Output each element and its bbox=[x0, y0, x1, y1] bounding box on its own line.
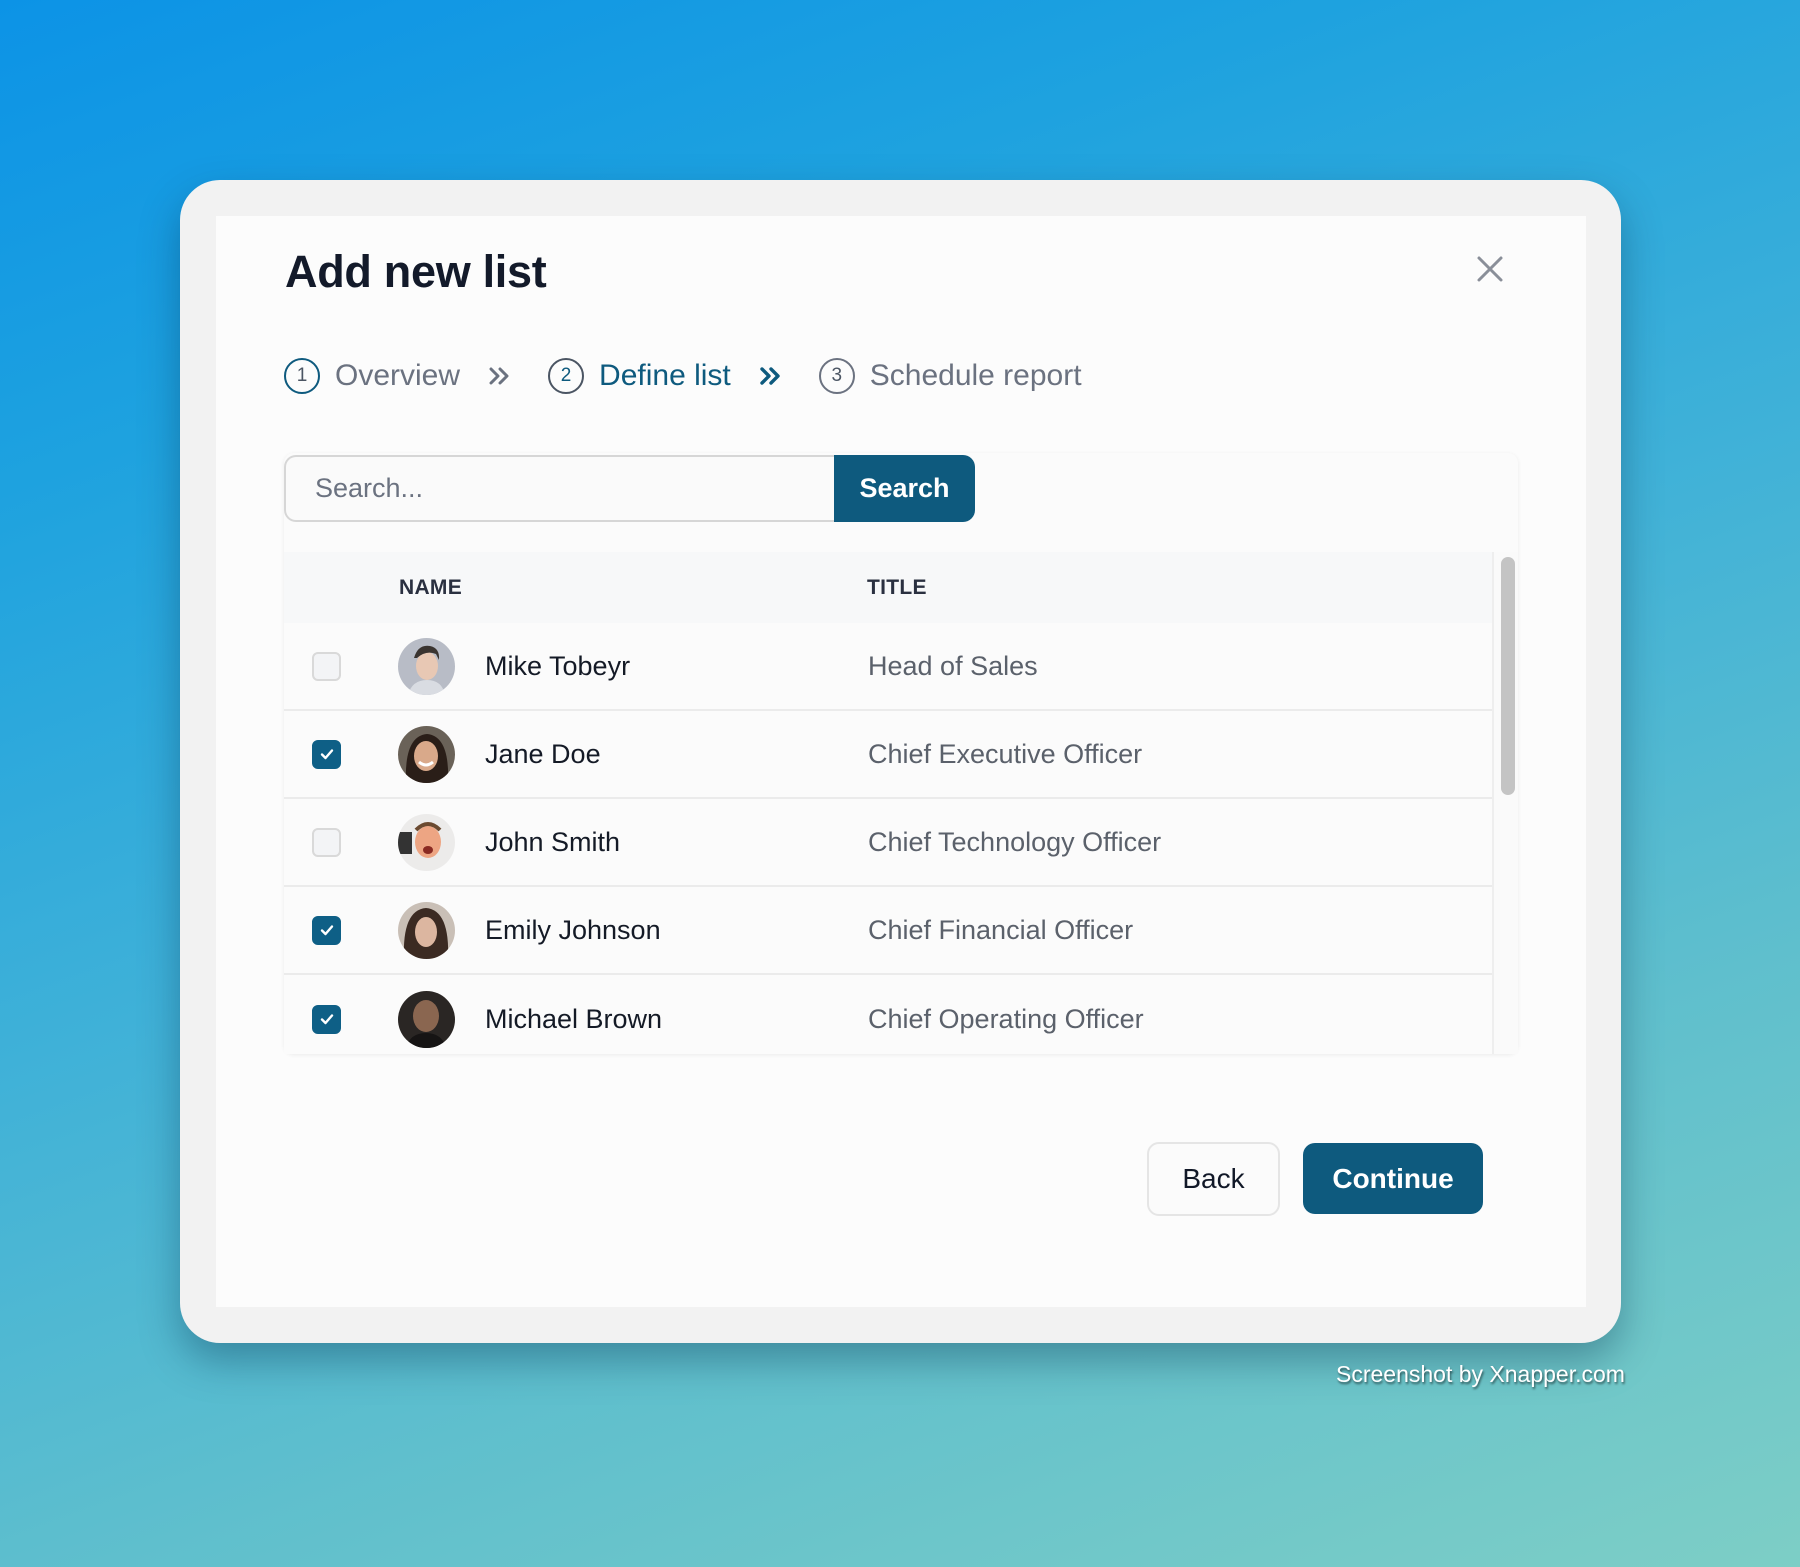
search-input[interactable] bbox=[284, 455, 834, 522]
person-name: Emily Johnson bbox=[485, 914, 661, 945]
person-name: Michael Brown bbox=[485, 1003, 663, 1034]
table-header: NAME TITLE bbox=[284, 552, 1492, 623]
double-chevron-right-icon bbox=[759, 366, 781, 386]
person-name: Mike Tobeyr bbox=[485, 650, 631, 681]
search-bar: Search bbox=[284, 455, 975, 522]
person-title: Chief Operating Officer bbox=[868, 1003, 1144, 1034]
double-chevron-right-icon bbox=[488, 366, 510, 386]
continue-button[interactable]: Continue bbox=[1303, 1143, 1483, 1214]
step-define-list[interactable]: 2 Define list bbox=[548, 358, 731, 394]
row-checkbox[interactable] bbox=[312, 651, 341, 681]
scrollbar-thumb[interactable] bbox=[1501, 557, 1515, 795]
avatar bbox=[398, 725, 455, 783]
row-checkbox[interactable] bbox=[312, 915, 341, 945]
step-number-badge: 3 bbox=[818, 358, 855, 394]
table-row: Mike Tobeyr Head of Sales bbox=[284, 623, 1492, 711]
step-overview[interactable]: 1 Overview bbox=[284, 358, 460, 394]
close-icon bbox=[1477, 256, 1503, 282]
person-title: Chief Financial Officer bbox=[868, 914, 1134, 945]
checkmark-icon bbox=[320, 925, 333, 936]
avatar bbox=[398, 990, 455, 1048]
avatar bbox=[398, 813, 455, 871]
back-button[interactable]: Back bbox=[1147, 1142, 1280, 1216]
person-title: Chief Executive Officer bbox=[868, 738, 1143, 769]
table-scrollbar[interactable] bbox=[1492, 552, 1518, 1054]
step-number-badge: 1 bbox=[284, 358, 320, 394]
person-title: Chief Technology Officer bbox=[868, 826, 1162, 857]
person-title: Head of Sales bbox=[868, 650, 1038, 681]
person-name: Jane Doe bbox=[485, 738, 601, 769]
watermark: Screenshot by Xnapper.com bbox=[1336, 1361, 1625, 1387]
people-table: NAME TITLE Mike Tobeyr Head of Sales Jan… bbox=[284, 552, 1492, 1054]
stepper: 1 Overview 2 Define list 3 Schedule repo… bbox=[284, 357, 1082, 395]
step-label: Overview bbox=[335, 359, 461, 392]
screenshot-frame: Add new list 1 Overview 2 Define list 3 bbox=[180, 180, 1621, 1343]
step-schedule-report[interactable]: 3 Schedule report bbox=[818, 358, 1082, 394]
people-list-panel: Search NAME TITLE Mike Tobeyr Head of Sa… bbox=[284, 453, 1518, 1054]
row-checkbox[interactable] bbox=[312, 827, 341, 857]
dialog-title: Add new list bbox=[285, 246, 547, 297]
checkmark-icon bbox=[320, 749, 333, 760]
close-button[interactable] bbox=[1472, 251, 1508, 287]
step-label: Schedule report bbox=[869, 359, 1082, 392]
avatar bbox=[398, 637, 455, 695]
step-number-badge: 2 bbox=[548, 358, 585, 394]
table-row: Jane Doe Chief Executive Officer bbox=[284, 711, 1492, 799]
avatar bbox=[398, 901, 455, 959]
add-list-dialog: Add new list 1 Overview 2 Define list 3 bbox=[216, 216, 1586, 1307]
column-header-name: NAME bbox=[399, 575, 463, 599]
row-checkbox[interactable] bbox=[312, 739, 341, 769]
table-row: Michael Brown Chief Operating Officer bbox=[284, 975, 1492, 1054]
person-name: John Smith bbox=[485, 826, 621, 857]
row-checkbox[interactable] bbox=[312, 1004, 341, 1034]
table-row: John Smith Chief Technology Officer bbox=[284, 799, 1492, 887]
checkmark-icon bbox=[320, 1014, 333, 1025]
step-label: Define list bbox=[599, 359, 731, 392]
search-button[interactable]: Search bbox=[834, 455, 975, 522]
column-header-title: TITLE bbox=[867, 575, 927, 599]
table-row: Emily Johnson Chief Financial Officer bbox=[284, 887, 1492, 975]
